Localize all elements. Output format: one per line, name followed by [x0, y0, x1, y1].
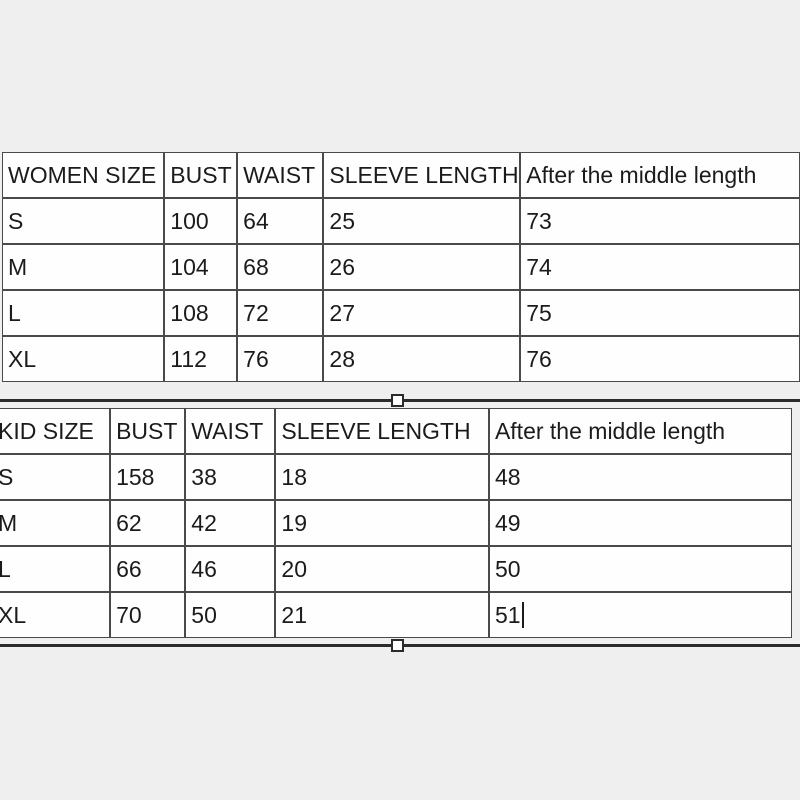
cell-middle-length-m[interactable]: 49	[488, 500, 792, 546]
cell-bust-l[interactable]: 108	[164, 290, 238, 336]
cell-sleeve-l[interactable]: 20	[275, 546, 489, 592]
cell-bust-xl[interactable]: 70	[110, 592, 186, 638]
cell-middle-length-xl-focused[interactable]: 51	[488, 592, 792, 638]
header-cell-kid-size[interactable]: KID SIZE	[0, 408, 111, 454]
cell-size-xl[interactable]: XL	[2, 336, 165, 382]
cell-size-xl[interactable]: XL	[0, 592, 111, 638]
cell-middle-length-s[interactable]: 73	[520, 198, 800, 244]
cell-bust-xl[interactable]: 112	[164, 336, 238, 382]
header-cell-bust[interactable]: BUST	[110, 408, 186, 454]
cell-waist-l[interactable]: 72	[237, 290, 324, 336]
kid-size-chart-body: KID SIZE BUST WAIST SLEEVE LENGTH After …	[0, 408, 792, 638]
header-cell-bust[interactable]: BUST	[164, 152, 238, 198]
header-cell-waist[interactable]: WAIST	[237, 152, 324, 198]
header-cell-sleeve-length[interactable]: SLEEVE LENGTH	[323, 152, 521, 198]
table-row: L 108 72 27 75	[2, 290, 800, 336]
cell-waist-xl[interactable]: 50	[185, 592, 276, 638]
cell-bust-s[interactable]: 158	[110, 454, 186, 500]
table-resize-handle-bottom[interactable]	[391, 639, 404, 652]
cell-sleeve-m[interactable]: 19	[275, 500, 489, 546]
cell-sleeve-s[interactable]: 18	[275, 454, 489, 500]
cell-sleeve-s[interactable]: 25	[323, 198, 521, 244]
cell-size-s[interactable]: S	[0, 454, 111, 500]
header-cell-sleeve-length[interactable]: SLEEVE LENGTH	[275, 408, 489, 454]
cell-waist-s[interactable]: 38	[185, 454, 276, 500]
document-canvas: WOMEN SIZE BUST WAIST SLEEVE LENGTH Afte…	[0, 0, 800, 800]
table-header-row: KID SIZE BUST WAIST SLEEVE LENGTH After …	[0, 408, 792, 454]
header-cell-women-size[interactable]: WOMEN SIZE	[2, 152, 165, 198]
cell-size-l[interactable]: L	[0, 546, 111, 592]
cell-middle-length-m[interactable]: 74	[520, 244, 800, 290]
table-row: M 62 42 19 49	[0, 500, 792, 546]
table-row: M 104 68 26 74	[2, 244, 800, 290]
cell-size-m[interactable]: M	[2, 244, 165, 290]
table-header-row: WOMEN SIZE BUST WAIST SLEEVE LENGTH Afte…	[2, 152, 800, 198]
table-row: XL 112 76 28 76	[2, 336, 800, 382]
cell-size-l[interactable]: L	[2, 290, 165, 336]
text-caret	[521, 602, 524, 628]
table-row: S 100 64 25 73	[2, 198, 800, 244]
table-row: L 66 46 20 50	[0, 546, 792, 592]
cell-middle-length-l[interactable]: 75	[520, 290, 800, 336]
cell-sleeve-l[interactable]: 27	[323, 290, 521, 336]
cell-middle-length-xl[interactable]: 76	[520, 336, 800, 382]
cell-bust-m[interactable]: 104	[164, 244, 238, 290]
cell-sleeve-xl[interactable]: 21	[275, 592, 489, 638]
kid-size-chart[interactable]: KID SIZE BUST WAIST SLEEVE LENGTH After …	[0, 408, 792, 638]
cell-bust-l[interactable]: 66	[110, 546, 186, 592]
cell-size-m[interactable]: M	[0, 500, 111, 546]
header-cell-after-the-middle-length[interactable]: After the middle length	[520, 152, 800, 198]
cell-size-s[interactable]: S	[2, 198, 165, 244]
cell-waist-s[interactable]: 64	[237, 198, 324, 244]
cell-waist-l[interactable]: 46	[185, 546, 276, 592]
table-resize-handle-middle[interactable]	[391, 394, 404, 407]
cell-waist-m[interactable]: 68	[237, 244, 324, 290]
table-row: S 158 38 18 48	[0, 454, 792, 500]
cell-middle-length-s[interactable]: 48	[488, 454, 792, 500]
cell-waist-m[interactable]: 42	[185, 500, 276, 546]
cell-middle-length-l[interactable]: 50	[488, 546, 792, 592]
cell-waist-xl[interactable]: 76	[237, 336, 324, 382]
cell-sleeve-xl[interactable]: 28	[323, 336, 521, 382]
cell-bust-s[interactable]: 100	[164, 198, 238, 244]
header-cell-after-the-middle-length[interactable]: After the middle length	[488, 408, 792, 454]
women-size-chart-body: WOMEN SIZE BUST WAIST SLEEVE LENGTH Afte…	[2, 152, 800, 382]
header-cell-waist[interactable]: WAIST	[185, 408, 276, 454]
women-size-chart[interactable]: WOMEN SIZE BUST WAIST SLEEVE LENGTH Afte…	[2, 152, 800, 382]
cell-sleeve-m[interactable]: 26	[323, 244, 521, 290]
focused-cell-value: 51	[494, 602, 521, 628]
table-row: XL 70 50 21 51	[0, 592, 792, 638]
cell-bust-m[interactable]: 62	[110, 500, 186, 546]
